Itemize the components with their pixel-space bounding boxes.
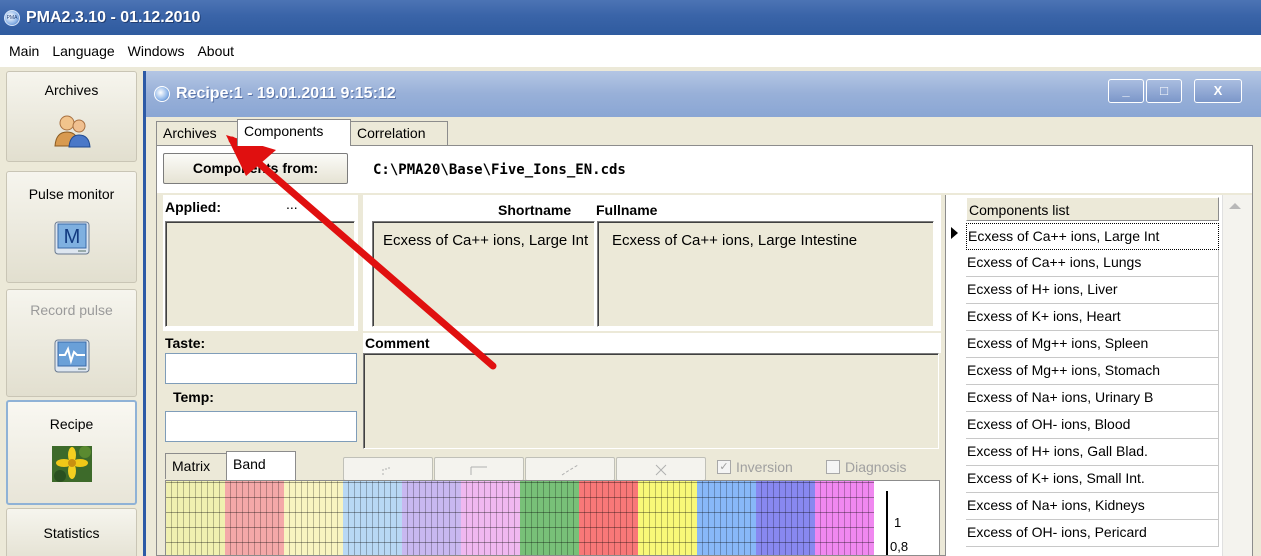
scale-label-1: 1 [894,515,902,530]
band-column [402,481,461,555]
applied-browse-button[interactable]: ... [286,196,298,212]
tab-components[interactable]: Components [237,119,351,146]
tab-band[interactable]: Band [226,451,296,480]
sidebar-item-label: Record pulse [30,302,113,318]
recipe-window: Recipe:1 - 19.01.2011 9:15:12 _ □ X Arch… [143,71,1261,556]
list-item[interactable]: Ecxess of H+ ions, Liver [966,277,1219,304]
temp-field[interactable] [165,411,357,442]
m-monitor-icon: M [54,221,89,255]
band-column [284,481,343,555]
diagnosis-label: Diagnosis [845,459,907,475]
diagonal-line-tool-button[interactable] [525,457,615,481]
app-title-bar: PMA PMA2.3.10 - 01.12.2010 [0,0,1261,35]
tab-matrix[interactable]: Matrix [165,453,227,479]
menu-about[interactable]: About [197,43,234,59]
applied-list[interactable] [165,221,355,327]
comment-label: Comment [365,335,430,351]
diagonal-line-icon [561,464,579,475]
scroll-up-arrow-icon[interactable] [1229,203,1241,209]
tab-correlation[interactable]: Correlation [350,121,448,145]
scale-label-0-8: 0,8 [890,539,909,554]
list-item[interactable]: Excess of H+ ions, Gall Blad. [966,439,1219,466]
band-column [815,481,874,555]
applied-label: Applied: [165,199,221,215]
list-item[interactable]: Ecxess of Na+ ions, Urinary B [966,385,1219,412]
band-column [638,481,697,555]
pulse-wave-icon [54,339,89,373]
list-item[interactable]: Ecxess of Mg++ ions, Stomach [966,358,1219,385]
band-column [343,481,402,555]
list-item[interactable]: Ecxess of Mg++ ions, Spleen [966,331,1219,358]
menu-language[interactable]: Language [52,43,114,59]
pma-window-icon [154,86,170,102]
components-list-header: Components list [966,197,1219,221]
band-scale-axis [886,491,888,555]
list-item[interactable]: Ecxess of Ca++ ions, Lungs [966,250,1219,277]
components-list: Components list Ecxess of Ca++ ions, Lar… [945,195,1252,556]
inversion-checkbox[interactable]: ✓ [717,460,731,474]
shortname-header: Shortname [498,202,572,218]
svg-text:M: M [63,226,80,248]
list-item[interactable]: Ecxess of OH- ions, Blood [966,412,1219,439]
sidebar-record-pulse-button[interactable]: Record pulse [6,289,137,397]
temp-label: Temp: [173,389,214,405]
inversion-label: Inversion [736,459,793,475]
sidebar-pulse-monitor-button[interactable]: Pulse monitor M [6,171,137,283]
recipe-window-title-bar[interactable]: Recipe:1 - 19.01.2011 9:15:12 _ □ X [146,71,1261,117]
components-list-scrollbar[interactable] [1222,195,1252,556]
sidebar-item-label: Archives [44,82,99,98]
maximize-button[interactable]: □ [1146,79,1182,103]
app-title: PMA2.3.10 - 01.12.2010 [26,8,201,26]
comment-field[interactable] [363,353,939,449]
band-column [756,481,815,555]
left-toolbar: Archives Pulse monitor M Record pulse Re… [0,67,143,556]
components-file-path: C:\PMA20\Base\Five_Ions_EN.cds [373,162,626,178]
fullname-header: Fullname [596,202,658,218]
menu-bar: Main Language Windows About [0,35,1261,67]
current-row-indicator [951,227,958,239]
cross-icon [655,464,667,475]
components-from-button[interactable]: Components from: [163,153,348,184]
recipe-window-title: Recipe:1 - 19.01.2011 9:15:12 [176,85,396,102]
menu-windows[interactable]: Windows [128,43,185,59]
band-column [225,481,284,555]
menu-main[interactable]: Main [9,43,39,59]
fullname-value: Ecxess of Ca++ ions, Large Intestine [612,232,858,249]
cross-tool-button[interactable] [616,457,706,481]
list-item[interactable]: Ecxess of Ca++ ions, Large Int [966,223,1219,250]
dashed-corner-icon [382,464,390,475]
list-item[interactable]: Excess of K+ ions, Small Int. [966,466,1219,493]
band-column [579,481,638,555]
pma-app-icon: PMA [4,9,20,26]
dashed-corner-tool-button[interactable] [343,457,433,481]
sidebar-archives-button[interactable]: Archives [6,71,137,162]
sidebar-statistics-button[interactable]: Statistics [6,508,137,556]
sidebar-recipe-button[interactable]: Recipe [6,400,137,505]
flower-icon [51,446,92,482]
close-button[interactable]: X [1194,79,1242,103]
band-column [697,481,756,555]
list-item[interactable]: Ecxess of K+ ions, Heart [966,304,1219,331]
taste-label: Taste: [165,335,206,351]
users-icon [53,115,91,148]
app-window: PMA PMA2.3.10 - 01.12.2010 Main Language… [0,0,1261,556]
list-item[interactable]: Excess of OH- ions, Pericard [966,520,1219,547]
band-column [166,481,225,555]
shortname-value: Ecxess of Ca++ ions, Large Int [383,232,589,249]
band-column [520,481,579,555]
sidebar-item-label: Statistics [43,525,100,541]
band-column [461,481,520,555]
comment-header-strip [363,333,941,353]
band-chart: 1 0,8 [165,480,940,556]
sidebar-item-label: Pulse monitor [28,186,115,202]
tab-archives[interactable]: Archives [156,121,238,145]
diagnosis-checkbox[interactable] [826,460,840,474]
horizontal-line-tool-button[interactable] [434,457,524,481]
list-item[interactable]: Excess of Na+ ions, Kidneys [966,493,1219,520]
sidebar-item-label: Recipe [49,416,94,432]
minimize-button[interactable]: _ [1108,79,1144,103]
taste-field[interactable] [165,353,357,384]
horizontal-line-icon [470,466,487,475]
